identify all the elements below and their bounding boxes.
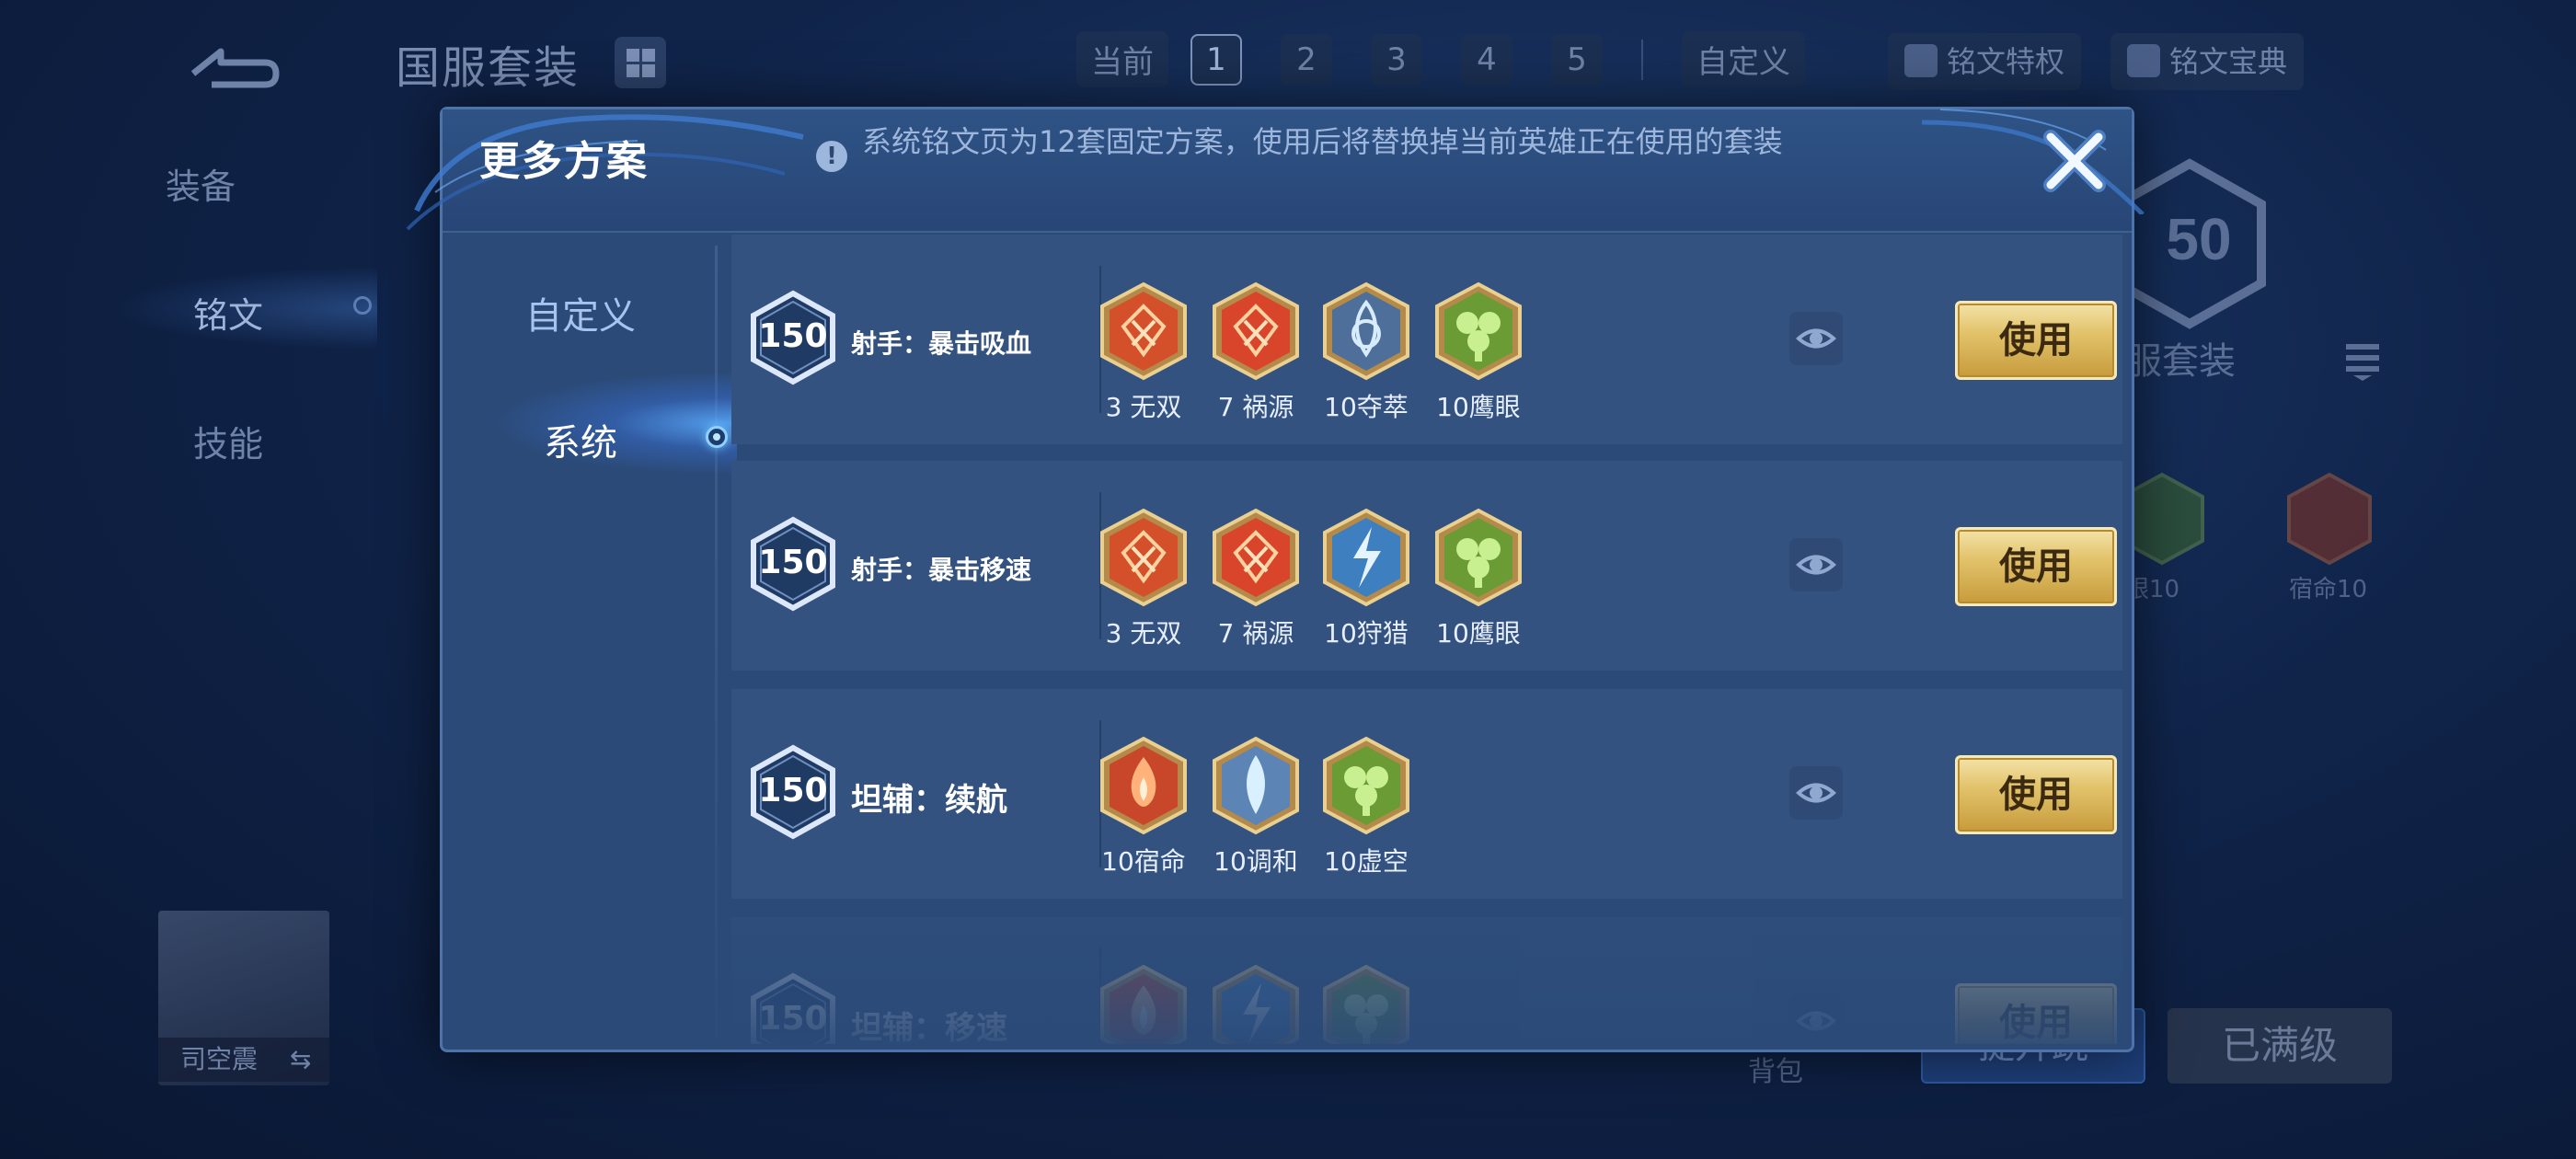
rune-label: 10鹰眼 xyxy=(1436,618,1521,648)
page-tab-5[interactable]: 5 xyxy=(1551,33,1603,86)
fate-rune-icon[interactable] xyxy=(1098,735,1190,836)
handbook-button[interactable]: 铭文宝典 xyxy=(2110,33,2305,90)
sidebar-divider xyxy=(715,246,718,1037)
harmony-rune-icon[interactable] xyxy=(1210,735,1302,836)
hunt-rune-icon[interactable] xyxy=(1320,507,1412,608)
info-icon: ! xyxy=(816,141,847,172)
use-button[interactable]: 使用 xyxy=(1955,301,2117,380)
bag-label[interactable]: 背包 xyxy=(1748,1049,1803,1089)
tab-system[interactable]: 系统 xyxy=(443,413,719,466)
fate-rune-icon xyxy=(2287,472,2372,566)
book-icon xyxy=(1904,44,1938,77)
rune-label: 10狩猎 xyxy=(1324,618,1409,648)
current-label: 当前 xyxy=(1076,31,1168,87)
preview-eye-icon[interactable] xyxy=(1789,766,1843,820)
preset-level: 150 xyxy=(758,1000,828,1038)
preset-list[interactable]: 150 射手：暴击吸血 3 无双 7 祸源 10夺萃 10鹰眼 使用 150 射手：暴击移速 3 … xyxy=(731,235,2122,1044)
privilege-button[interactable]: 铭文特权 xyxy=(1888,33,2082,90)
preset-name: 坦辅：续航 xyxy=(851,782,1007,819)
dialog-sidebar xyxy=(443,235,719,1050)
preset-level: 150 xyxy=(758,317,828,355)
void-rune-icon[interactable] xyxy=(1320,963,1412,1044)
nav-dot xyxy=(353,296,372,315)
lifesteal-rune-icon[interactable] xyxy=(1320,281,1412,382)
nav-skills[interactable]: 技能 xyxy=(193,416,263,466)
page-tab-1[interactable]: 1 xyxy=(1190,33,1242,86)
maxed-button: 已满级 xyxy=(2168,1008,2392,1084)
rune-label: 10夺萃 xyxy=(1324,392,1409,422)
hunt-rune-icon[interactable] xyxy=(1210,963,1302,1044)
rune-label: 7 祸源 xyxy=(1217,618,1294,648)
grid-icon[interactable] xyxy=(615,37,666,88)
dialog-title: 更多方案 xyxy=(479,138,649,185)
preset-name: 射手：暴击移速 xyxy=(851,555,1032,585)
preset-row: 150 射手：暴击移速 3 无双 7 祸源 10狩猎 10鹰眼 使用 xyxy=(731,461,2122,671)
hero-name[interactable]: 司空震 ⇆ xyxy=(158,1038,329,1082)
preset-name: 坦辅：移速 xyxy=(851,1010,1007,1044)
use-button[interactable]: 使用 xyxy=(1955,527,2117,606)
preset-level: 150 xyxy=(758,544,828,581)
page-tab-4[interactable]: 4 xyxy=(1461,33,1512,86)
page-tabs: 当前 1 2 3 4 5 自定义 xyxy=(1076,31,1827,87)
active-tab-dot xyxy=(706,426,728,448)
use-button[interactable]: 使用 xyxy=(1955,755,2117,834)
preview-eye-icon[interactable] xyxy=(1789,538,1843,591)
crit-rune-icon[interactable] xyxy=(1210,507,1302,608)
preset-row: 150 射手：暴击吸血 3 无双 7 祸源 10夺萃 10鹰眼 使用 xyxy=(731,235,2122,444)
handbook-icon xyxy=(2127,44,2160,77)
divider xyxy=(1641,39,1643,80)
preset-row: 150 坦辅：移速 使用 xyxy=(731,917,2122,1044)
nav-inscription[interactable]: 铭文 xyxy=(193,287,263,338)
custom-tab[interactable]: 自定义 xyxy=(1682,31,1805,87)
notice-text: 系统铭文页为12套固定方案，使用后将替换掉当前英雄正在使用的套装 xyxy=(862,124,1783,159)
crit-rune-icon[interactable] xyxy=(1210,281,1302,382)
use-button[interactable]: 使用 xyxy=(1955,983,2117,1044)
page-tab-3[interactable]: 3 xyxy=(1371,33,1422,86)
crit-rune-icon[interactable] xyxy=(1098,281,1190,382)
back-arrow-icon[interactable] xyxy=(184,33,285,88)
bg-hex-level: 50 xyxy=(2166,206,2231,272)
set-label: 服套装 xyxy=(2125,340,2236,383)
dialog-header: 更多方案 ! 系统铭文页为12套固定方案，使用后将替换掉当前英雄正在使用的套装 xyxy=(406,109,2145,233)
preset-row: 150 坦辅：续航 10宿命 10调和 10虚空 使用 xyxy=(731,689,2122,899)
close-icon[interactable] xyxy=(2038,124,2111,198)
hero-name-text: 司空震 xyxy=(180,1044,259,1074)
privilege-label: 铭文特权 xyxy=(1947,44,2065,79)
eagle-eye-rune-icon[interactable] xyxy=(1432,281,1524,382)
more-presets-dialog: 更多方案 ! 系统铭文页为12套固定方案，使用后将替换掉当前英雄正在使用的套装 … xyxy=(406,107,2145,1052)
preview-eye-icon[interactable] xyxy=(1789,994,1843,1044)
preview-eye-icon[interactable] xyxy=(1789,312,1843,365)
handbook-label: 铭文宝典 xyxy=(2169,44,2288,79)
rune-label: 10宿命 xyxy=(1101,846,1186,877)
rune-label: 3 无双 xyxy=(1105,392,1182,422)
void-rune-icon[interactable] xyxy=(1320,735,1412,836)
crit-rune-icon[interactable] xyxy=(1098,507,1190,608)
menu-icon[interactable] xyxy=(2344,340,2381,381)
rune-label: 10虚空 xyxy=(1324,846,1409,877)
set-title: 国服套装 xyxy=(396,42,581,94)
fate-rune-icon[interactable] xyxy=(1098,963,1190,1044)
swap-icon[interactable]: ⇆ xyxy=(290,1044,311,1074)
tab-custom[interactable]: 自定义 xyxy=(443,286,719,339)
nav-equipment[interactable]: 装备 xyxy=(166,158,236,209)
rune-label: 10鹰眼 xyxy=(1436,392,1521,422)
rune-label: 3 无双 xyxy=(1105,618,1182,648)
rune-label: 10调和 xyxy=(1213,846,1298,877)
preset-name: 射手：暴击吸血 xyxy=(851,328,1032,359)
eagle-eye-rune-icon[interactable] xyxy=(1432,507,1524,608)
rune-label: 7 祸源 xyxy=(1217,392,1294,422)
ribbon-ornament-right xyxy=(1921,109,2145,214)
bg-rune-label-2: 宿命10 xyxy=(2289,576,2368,603)
preset-level: 150 xyxy=(758,772,828,809)
page-tab-2[interactable]: 2 xyxy=(1281,33,1332,86)
